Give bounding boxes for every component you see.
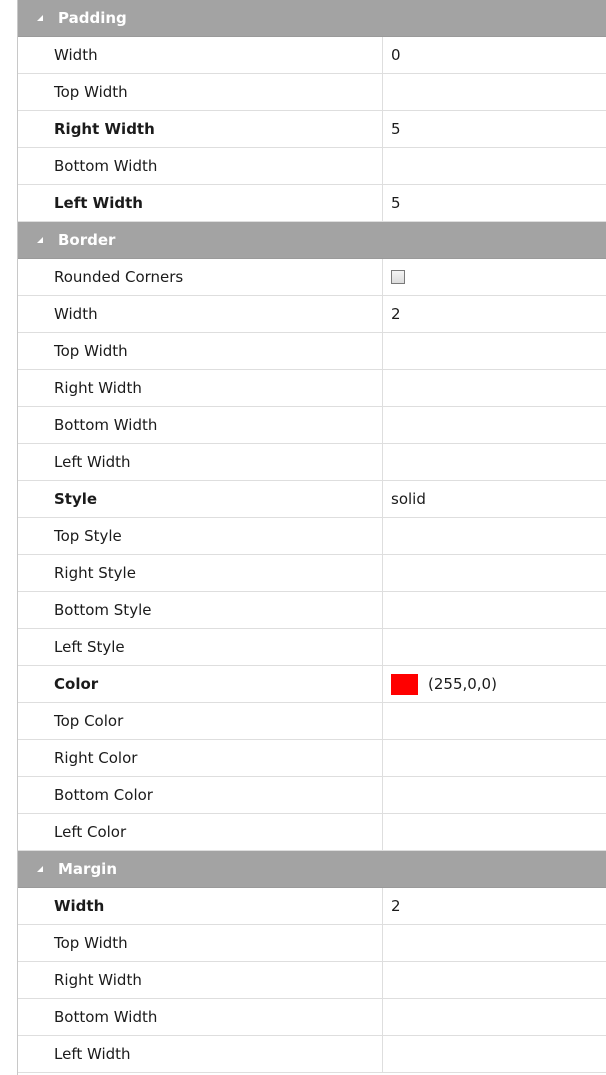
- property-row-top-width[interactable]: Top Width: [18, 925, 606, 962]
- property-name: Top Width: [18, 74, 383, 110]
- section-title: Border: [58, 231, 116, 249]
- property-name: Width: [18, 37, 383, 73]
- property-row-rounded-corners[interactable]: Rounded Corners: [18, 259, 606, 296]
- property-name: Left Width: [18, 444, 383, 480]
- property-value[interactable]: [383, 518, 606, 554]
- collapse-triangle-icon[interactable]: [34, 236, 46, 244]
- property-name: Width: [18, 888, 383, 924]
- property-row-style[interactable]: Style solid: [18, 481, 606, 518]
- property-name: Width: [18, 296, 383, 332]
- property-name: Bottom Width: [18, 999, 383, 1035]
- color-value-text: (255,0,0): [428, 675, 497, 693]
- property-row-width[interactable]: Width 2: [18, 888, 606, 925]
- property-value[interactable]: solid: [383, 481, 606, 517]
- property-name: Bottom Color: [18, 777, 383, 813]
- property-row-bottom-width[interactable]: Bottom Width: [18, 148, 606, 185]
- property-value[interactable]: [383, 555, 606, 591]
- property-row-left-style[interactable]: Left Style: [18, 629, 606, 666]
- property-value[interactable]: 2: [383, 888, 606, 924]
- property-row-color[interactable]: Color (255,0,0): [18, 666, 606, 703]
- property-value[interactable]: [383, 999, 606, 1035]
- property-value[interactable]: [383, 1036, 606, 1072]
- property-name: Top Style: [18, 518, 383, 554]
- rounded-corners-checkbox[interactable]: [391, 270, 405, 284]
- property-value[interactable]: 2: [383, 296, 606, 332]
- property-row-bottom-width[interactable]: Bottom Width: [18, 999, 606, 1036]
- property-name: Color: [18, 666, 383, 702]
- property-row-bottom-color[interactable]: Bottom Color: [18, 777, 606, 814]
- property-row-right-width[interactable]: Right Width: [18, 370, 606, 407]
- section-padding: Padding Width 0 Top Width Right Width 5 Bottom…: [18, 0, 606, 222]
- property-value[interactable]: [383, 333, 606, 369]
- property-row-width[interactable]: Width 2: [18, 296, 606, 333]
- property-name: Left Color: [18, 814, 383, 850]
- property-name: Right Width: [18, 370, 383, 406]
- property-value[interactable]: [383, 740, 606, 776]
- property-value[interactable]: [383, 74, 606, 110]
- property-name: Left Style: [18, 629, 383, 665]
- property-name: Right Color: [18, 740, 383, 776]
- section-title: Padding: [58, 9, 127, 27]
- section-margin: Margin Width 2 Top Width Right Width Bottom W…: [18, 851, 606, 1073]
- property-value[interactable]: [383, 962, 606, 998]
- property-row-top-style[interactable]: Top Style: [18, 518, 606, 555]
- property-name: Top Width: [18, 333, 383, 369]
- property-row-top-width[interactable]: Top Width: [18, 333, 606, 370]
- property-value-checkbox-cell[interactable]: [383, 259, 606, 295]
- property-name: Bottom Width: [18, 148, 383, 184]
- property-name: Left Width: [18, 1036, 383, 1072]
- property-row-right-width[interactable]: Right Width: [18, 962, 606, 999]
- property-value[interactable]: [383, 629, 606, 665]
- property-row-bottom-width[interactable]: Bottom Width: [18, 407, 606, 444]
- property-name: Rounded Corners: [18, 259, 383, 295]
- property-grid: Padding Width 0 Top Width Right Width 5 Bottom…: [17, 0, 606, 1075]
- section-header-padding[interactable]: Padding: [18, 0, 606, 37]
- property-name: Bottom Width: [18, 407, 383, 443]
- property-row-right-style[interactable]: Right Style: [18, 555, 606, 592]
- property-name: Right Style: [18, 555, 383, 591]
- property-value[interactable]: [383, 592, 606, 628]
- property-row-left-color[interactable]: Left Color: [18, 814, 606, 851]
- color-swatch[interactable]: [391, 673, 418, 695]
- property-row-top-width[interactable]: Top Width: [18, 74, 606, 111]
- collapse-triangle-icon[interactable]: [34, 14, 46, 22]
- section-header-margin[interactable]: Margin: [18, 851, 606, 888]
- property-row-bottom-style[interactable]: Bottom Style: [18, 592, 606, 629]
- property-row-right-color[interactable]: Right Color: [18, 740, 606, 777]
- property-value-color-cell[interactable]: (255,0,0): [383, 666, 606, 702]
- property-value[interactable]: [383, 370, 606, 406]
- property-row-left-width[interactable]: Left Width: [18, 1036, 606, 1073]
- property-value[interactable]: [383, 925, 606, 961]
- property-row-left-width[interactable]: Left Width 5: [18, 185, 606, 222]
- section-title: Margin: [58, 860, 118, 878]
- property-name: Right Width: [18, 111, 383, 147]
- property-name: Bottom Style: [18, 592, 383, 628]
- property-value[interactable]: [383, 814, 606, 850]
- property-row-top-color[interactable]: Top Color: [18, 703, 606, 740]
- property-value[interactable]: 5: [383, 185, 606, 221]
- collapse-triangle-icon[interactable]: [34, 865, 46, 873]
- property-row-left-width[interactable]: Left Width: [18, 444, 606, 481]
- property-value[interactable]: [383, 777, 606, 813]
- property-row-width[interactable]: Width 0: [18, 37, 606, 74]
- property-name: Right Width: [18, 962, 383, 998]
- property-name: Top Color: [18, 703, 383, 739]
- property-value[interactable]: [383, 703, 606, 739]
- property-name: Left Width: [18, 185, 383, 221]
- property-value[interactable]: 0: [383, 37, 606, 73]
- section-border: Border Rounded Corners Width 2 Top Width Righ…: [18, 222, 606, 851]
- property-value[interactable]: [383, 148, 606, 184]
- property-name: Top Width: [18, 925, 383, 961]
- section-header-border[interactable]: Border: [18, 222, 606, 259]
- property-value[interactable]: 5: [383, 111, 606, 147]
- property-value[interactable]: [383, 407, 606, 443]
- property-name: Style: [18, 481, 383, 517]
- property-row-right-width[interactable]: Right Width 5: [18, 111, 606, 148]
- property-value[interactable]: [383, 444, 606, 480]
